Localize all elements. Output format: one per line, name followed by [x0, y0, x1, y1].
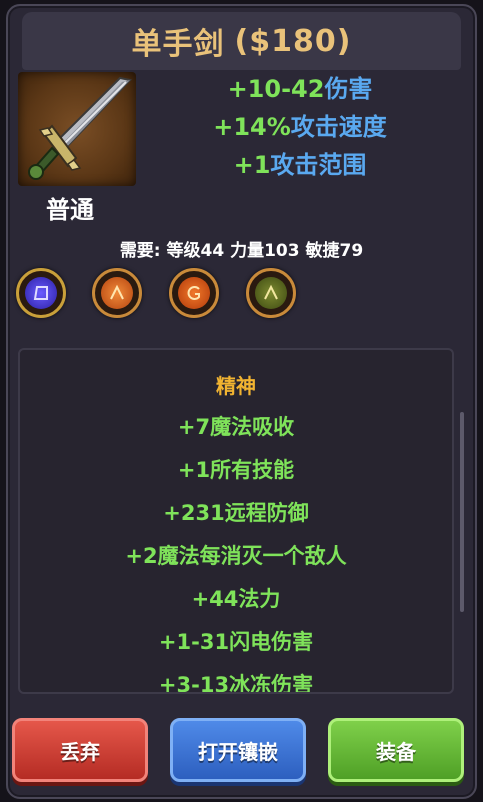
affix-list-panel[interactable]: 精神 +7魔法吸收 +1所有技能 +231远程防御 +2魔法每消灭一个敌人 +4… — [18, 348, 454, 694]
affix-value: +3-13 — [158, 673, 230, 694]
stat-line-attack-range: +1攻击范围 — [180, 146, 420, 184]
affix-line: +1-31闪电伤害 — [20, 621, 452, 664]
stat-label: 攻击速度 — [290, 113, 387, 141]
affix-label: 魔法每消灭一个敌人 — [157, 544, 347, 568]
affix-value: +2 — [125, 544, 158, 568]
item-price: ($180) — [234, 23, 352, 59]
item-requirements: 需要: 等级44 力量103 敏捷79 — [119, 241, 364, 261]
socket-slot-4[interactable] — [246, 268, 296, 318]
stat-value: +1 — [233, 151, 271, 179]
affix-value: +1-31 — [158, 630, 230, 654]
equip-button[interactable]: 装备 — [328, 718, 464, 782]
stat-value: +10-42 — [227, 75, 325, 103]
stat-label: 攻击范围 — [270, 151, 367, 179]
affix-value: +231 — [163, 501, 225, 525]
affix-label: 法力 — [238, 587, 281, 611]
affix-list: +7魔法吸收 +1所有技能 +231远程防御 +2魔法每消灭一个敌人 +44法力… — [20, 406, 452, 694]
affix-scrollbar[interactable] — [460, 412, 464, 612]
affix-line: +231远程防御 — [20, 492, 452, 535]
affix-label: 远程防御 — [224, 501, 309, 525]
orange-rune-gem-icon — [101, 277, 133, 309]
sword-icon — [18, 72, 136, 186]
affix-value: +1 — [177, 458, 211, 482]
affix-value: +44 — [191, 587, 239, 611]
stat-label: 伤害 — [324, 75, 373, 103]
socket-slot-3[interactable] — [169, 268, 219, 318]
affix-line: +7魔法吸收 — [20, 406, 452, 449]
item-title-bar: 单手剑 ($180) — [22, 12, 461, 70]
affix-value: +7 — [177, 415, 211, 439]
affix-label: 魔法吸收 — [210, 415, 295, 439]
orange-rune-gem-icon — [178, 277, 210, 309]
stat-line-damage: +10-42伤害 — [180, 70, 420, 108]
affix-label: 所有技能 — [210, 458, 295, 482]
socket-row — [16, 268, 316, 324]
stat-value: +14% — [213, 113, 291, 141]
item-quality: 普通 — [46, 196, 94, 224]
affix-line: +3-13冰冻伤害 — [20, 664, 452, 694]
affix-line: +1所有技能 — [20, 449, 452, 492]
item-stats: +10-42伤害 +14%攻击速度 +1攻击范围 — [180, 70, 420, 184]
affix-label: 闪电伤害 — [229, 630, 314, 654]
green-rune-gem-icon — [255, 277, 287, 309]
stat-line-attack-speed: +14%攻击速度 — [180, 108, 420, 146]
affix-label: 冰冻伤害 — [229, 673, 314, 694]
open-socket-button[interactable]: 打开镶嵌 — [170, 718, 306, 782]
purple-rune-gem-icon — [25, 277, 57, 309]
affix-line: +2魔法每消灭一个敌人 — [20, 535, 452, 578]
affix-line: +44法力 — [20, 578, 452, 621]
socket-slot-2[interactable] — [92, 268, 142, 318]
discard-button[interactable]: 丢弃 — [12, 718, 148, 782]
socket-slot-1[interactable] — [16, 268, 66, 318]
affix-header: 精神 — [216, 374, 256, 398]
item-name: 单手剑 — [131, 27, 225, 62]
